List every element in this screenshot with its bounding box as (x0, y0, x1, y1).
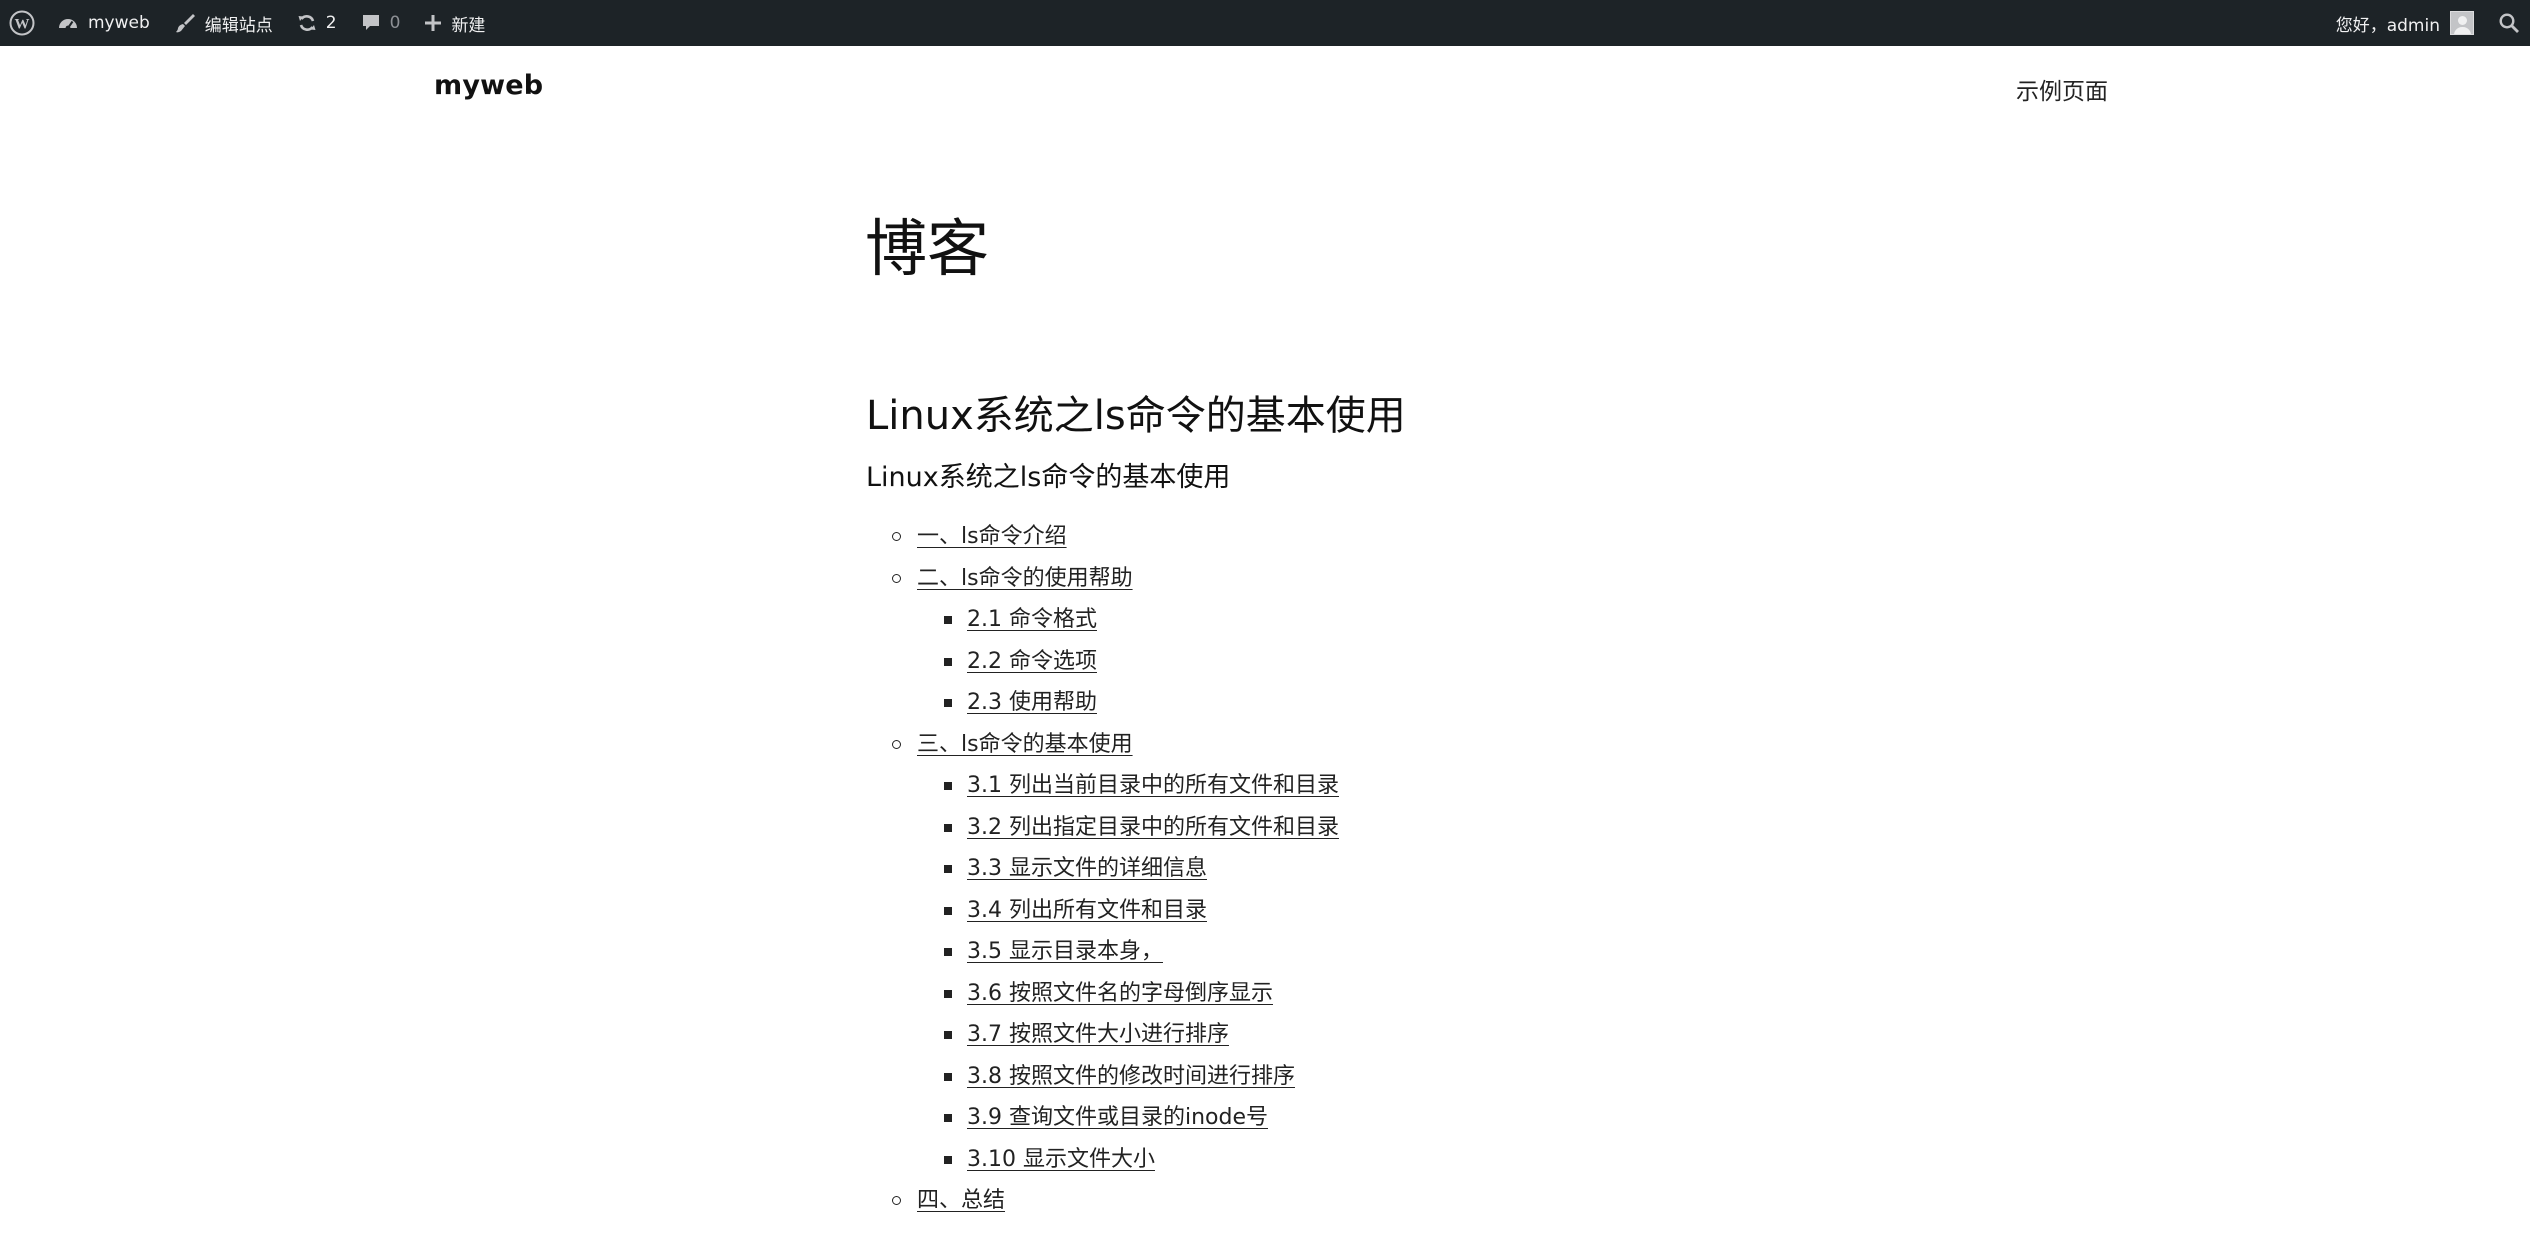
toc-list-item: 3.2 列出指定目录中的所有文件和目录 (866, 807, 1339, 849)
updates-button[interactable]: 2 (285, 0, 349, 46)
square-bullet-icon (944, 782, 952, 790)
new-content-button[interactable]: 新建 (412, 0, 497, 46)
avatar (2450, 11, 2474, 35)
circle-bullet-icon (892, 573, 901, 583)
square-bullet-icon (944, 616, 952, 624)
square-bullet-icon (944, 948, 952, 956)
toc-link[interactable]: 3.1 列出当前目录中的所有文件和目录 (967, 773, 1339, 798)
toc-link[interactable]: 四、总结 (917, 1188, 1005, 1213)
plus-icon (424, 14, 442, 32)
toc-list-item: 3.3 显示文件的详细信息 (866, 848, 1339, 890)
svg-text:W: W (15, 17, 30, 33)
toc-list-item: 3.10 显示文件大小 (866, 1139, 1339, 1181)
table-of-contents: 一、ls命令介绍二、ls命令的使用帮助 2.1 命令格式 2.2 命令选项 2.3 使… (866, 516, 1339, 1222)
dashboard-icon (57, 13, 79, 33)
toc-link[interactable]: 2.1 命令格式 (967, 607, 1097, 632)
toc-list-item: 3.8 按照文件的修改时间进行排序 (866, 1056, 1339, 1098)
toc-list-item: 2.2 命令选项 (866, 641, 1339, 683)
comment-icon (361, 13, 381, 33)
toc-list-item: 3.7 按照文件大小进行排序 (866, 1014, 1339, 1056)
square-bullet-icon (944, 1031, 952, 1039)
toc-link[interactable]: 3.8 按照文件的修改时间进行排序 (967, 1064, 1295, 1089)
site-title-link[interactable]: myweb (434, 70, 543, 101)
toc-list-item: 2.3 使用帮助 (866, 682, 1339, 724)
toc-link[interactable]: 2.3 使用帮助 (967, 690, 1097, 715)
toc-list-item: 2.1 命令格式 (866, 599, 1339, 641)
new-content-label: 新建 (451, 15, 486, 36)
square-bullet-icon (944, 1072, 952, 1081)
toc-link[interactable]: 3.4 列出所有文件和目录 (967, 898, 1207, 923)
wordpress-icon: W (9, 10, 35, 36)
nav-item-sample-page[interactable]: 示例页面 (2016, 72, 2108, 106)
toc-list-item: 3.9 查询文件或目录的inode号 (866, 1097, 1339, 1139)
toc-link[interactable]: 2.2 命令选项 (967, 649, 1097, 674)
comments-button[interactable]: 0 (349, 0, 413, 46)
square-bullet-icon (944, 989, 952, 998)
admin-bar-left: W myweb 编辑站点 2 0 新建 (0, 0, 497, 46)
square-bullet-icon (944, 699, 952, 707)
toc-link[interactable]: 3.5 显示目录本身， (967, 939, 1163, 964)
toc-link[interactable]: 3.2 列出指定目录中的所有文件和目录 (967, 815, 1339, 840)
admin-bar-site-name[interactable]: myweb (45, 0, 162, 46)
circle-bullet-icon (892, 532, 901, 541)
admin-bar: W myweb 编辑站点 2 0 新建 您好，admin (0, 0, 2530, 46)
square-bullet-icon (944, 1114, 952, 1122)
admin-bar-site-name-label: myweb (88, 13, 150, 33)
toc-link[interactable]: 3.9 查询文件或目录的inode号 (967, 1105, 1268, 1130)
toc-list-item: 3.1 列出当前目录中的所有文件和目录 (866, 765, 1339, 807)
toc-link[interactable]: 一、ls命令介绍 (917, 524, 1067, 549)
toc-link[interactable]: 三、ls命令的基本使用 (917, 732, 1133, 757)
square-bullet-icon (944, 823, 952, 832)
wordpress-logo-button[interactable]: W (0, 0, 45, 46)
toc-link[interactable]: 3.7 按照文件大小进行排序 (967, 1022, 1229, 1047)
square-bullet-icon (944, 906, 952, 915)
toc-list-item: 三、ls命令的基本使用 (866, 724, 1339, 766)
toc-link[interactable]: 二、ls命令的使用帮助 (917, 566, 1133, 591)
square-bullet-icon (944, 657, 952, 666)
post-excerpt-heading: Linux系统之ls命令的基本使用 (866, 462, 1231, 493)
circle-bullet-icon (892, 739, 901, 749)
admin-bar-search-button[interactable] (2486, 0, 2530, 46)
toc-link[interactable]: 3.10 显示文件大小 (967, 1147, 1155, 1172)
toc-list-item: 3.5 显示目录本身， (866, 931, 1339, 973)
square-bullet-icon (944, 865, 952, 873)
admin-bar-right: 您好，admin (2324, 0, 2530, 46)
brush-icon (174, 12, 196, 34)
toc-list-item: 一、ls命令介绍 (866, 516, 1339, 558)
updates-count: 2 (325, 13, 337, 33)
toc-list-item: 3.6 按照文件名的字母倒序显示 (866, 973, 1339, 1015)
greeting-label: 您好，admin (2335, 15, 2440, 36)
my-account-button[interactable]: 您好，admin (2324, 0, 2486, 46)
square-bullet-icon (944, 1155, 952, 1164)
updates-icon (297, 13, 317, 33)
comments-count: 0 (389, 13, 401, 33)
toc-list-item: 二、ls命令的使用帮助 (866, 558, 1339, 600)
circle-bullet-icon (892, 1196, 901, 1205)
toc-list-item: 四、总结 (866, 1180, 1339, 1222)
post-title-link[interactable]: Linux系统之ls命令的基本使用 (866, 392, 1406, 440)
search-icon (2498, 12, 2520, 34)
page-title: 博客 (865, 212, 990, 285)
toc-list-item: 3.4 列出所有文件和目录 (866, 890, 1339, 932)
toc-link[interactable]: 3.3 显示文件的详细信息 (967, 856, 1207, 881)
edit-site-button[interactable]: 编辑站点 (162, 0, 285, 46)
toc-link[interactable]: 3.6 按照文件名的字母倒序显示 (967, 981, 1273, 1006)
edit-site-label: 编辑站点 (204, 15, 273, 36)
